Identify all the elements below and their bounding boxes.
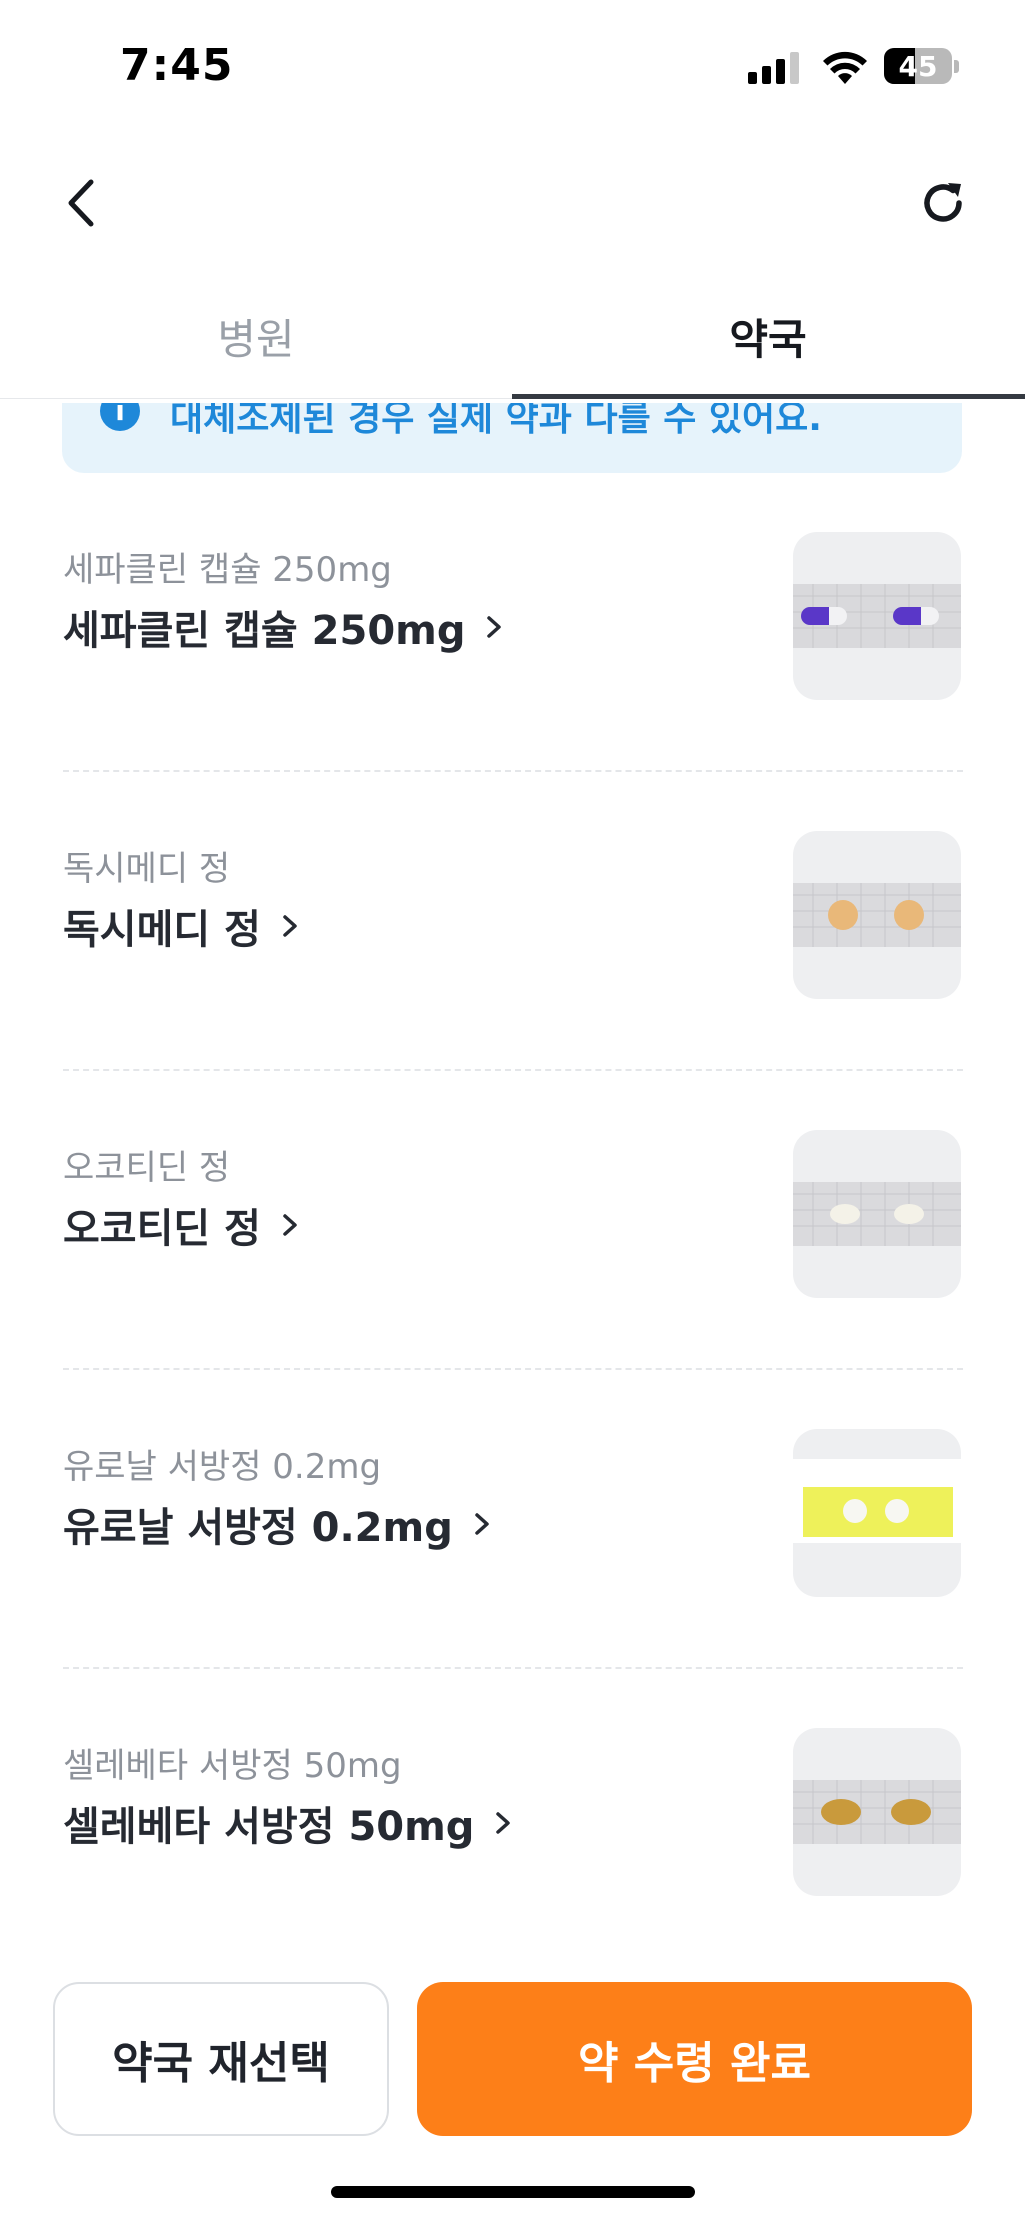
battery-percent: 45	[898, 50, 938, 83]
medication-subtitle: 셀레베타 서방정 50mg	[63, 1746, 402, 1786]
list-item[interactable]: 독시메디 정 독시메디 정	[0, 799, 1025, 1099]
battery-icon: 45	[884, 48, 952, 84]
pill-round-photo	[793, 883, 961, 947]
tab-pharmacy[interactable]: 약국	[512, 290, 1024, 402]
pill-brown-photo	[793, 1780, 961, 1844]
pill-white-photo	[793, 1429, 961, 1597]
pill-image[interactable]	[793, 1130, 961, 1298]
medication-name: 오코티딘 정	[63, 1206, 261, 1252]
chevron-right-icon	[283, 915, 297, 937]
medication-name-link[interactable]: 독시메디 정	[63, 897, 305, 955]
status-bar: 7:45 45	[0, 0, 1025, 130]
medication-name: 셀레베타 서방정 50mg	[63, 1804, 475, 1850]
pill-image[interactable]	[793, 1728, 961, 1896]
chevron-right-icon	[475, 1513, 489, 1535]
list-item[interactable]: 오코티딘 정 오코티딘 정	[0, 1098, 1025, 1398]
pill-image[interactable]	[793, 532, 961, 700]
pill-image[interactable]	[793, 1429, 961, 1597]
tab-hospital[interactable]: 병원	[0, 290, 512, 402]
medication-subtitle: 오코티딘 정	[63, 1148, 231, 1188]
chevron-right-icon	[496, 1812, 511, 1834]
list-divider	[63, 1368, 963, 1370]
tab-divider	[0, 398, 512, 399]
tab-bar: 병원 약국	[0, 290, 1025, 402]
pill-oval-photo	[793, 1182, 961, 1246]
tab-active-indicator	[512, 394, 1025, 399]
wifi-icon	[823, 51, 867, 84]
medication-name-link[interactable]: 유로날 서방정 0.2mg	[63, 1495, 497, 1553]
list-divider	[63, 770, 963, 772]
medication-name-link[interactable]: 오코티딘 정	[63, 1196, 305, 1254]
complete-pickup-button[interactable]: 약 수령 완료	[417, 1982, 972, 2136]
chevron-right-icon	[283, 1214, 297, 1236]
notice-banner: i 대체조제된 경우 실제 약과 다를 수 있어요.	[62, 403, 962, 473]
notice-text: 대체조제된 경우 실제 약과 다를 수 있어요.	[170, 403, 822, 439]
battery-tip	[954, 60, 959, 73]
medication-subtitle: 세파클린 캡슐 250mg	[63, 550, 392, 590]
list-item[interactable]: 유로날 서방정 0.2mg 유로날 서방정 0.2mg	[0, 1397, 1025, 1697]
list-item[interactable]: 셀레베타 서방정 50mg 셀레베타 서방정 50mg	[0, 1696, 1025, 1968]
back-button[interactable]	[50, 170, 110, 236]
medication-name: 유로날 서방정 0.2mg	[63, 1505, 453, 1551]
refresh-button[interactable]	[908, 168, 978, 238]
medication-subtitle: 독시메디 정	[63, 849, 231, 889]
home-indicator	[331, 2186, 695, 2198]
list-divider	[63, 1069, 963, 1071]
list-item[interactable]: 세파클린 캡슐 250mg 세파클린 캡슐 250mg	[0, 500, 1025, 800]
medication-name-link[interactable]: 셀레베타 서방정 50mg	[63, 1794, 518, 1852]
medication-subtitle: 유로날 서방정 0.2mg	[63, 1447, 382, 1487]
status-time: 7:45	[120, 40, 234, 91]
medication-list[interactable]: i 대체조제된 경우 실제 약과 다를 수 있어요. 세파클린 캡슐 250mg…	[0, 403, 1025, 1968]
pill-capsule-photo	[793, 584, 961, 648]
chevron-left-icon	[68, 179, 94, 227]
chevron-right-icon	[487, 616, 502, 638]
refresh-icon	[924, 183, 962, 222]
medication-name: 세파클린 캡슐 250mg	[63, 608, 466, 654]
list-divider	[63, 1667, 963, 1669]
cellular-signal-icon	[748, 52, 802, 84]
pill-image[interactable]	[793, 831, 961, 999]
reselect-pharmacy-button[interactable]: 약국 재선택	[53, 1982, 389, 2136]
medication-name-link[interactable]: 세파클린 캡슐 250mg	[63, 598, 509, 656]
medication-name: 독시메디 정	[63, 907, 261, 953]
info-icon: i	[100, 403, 140, 431]
